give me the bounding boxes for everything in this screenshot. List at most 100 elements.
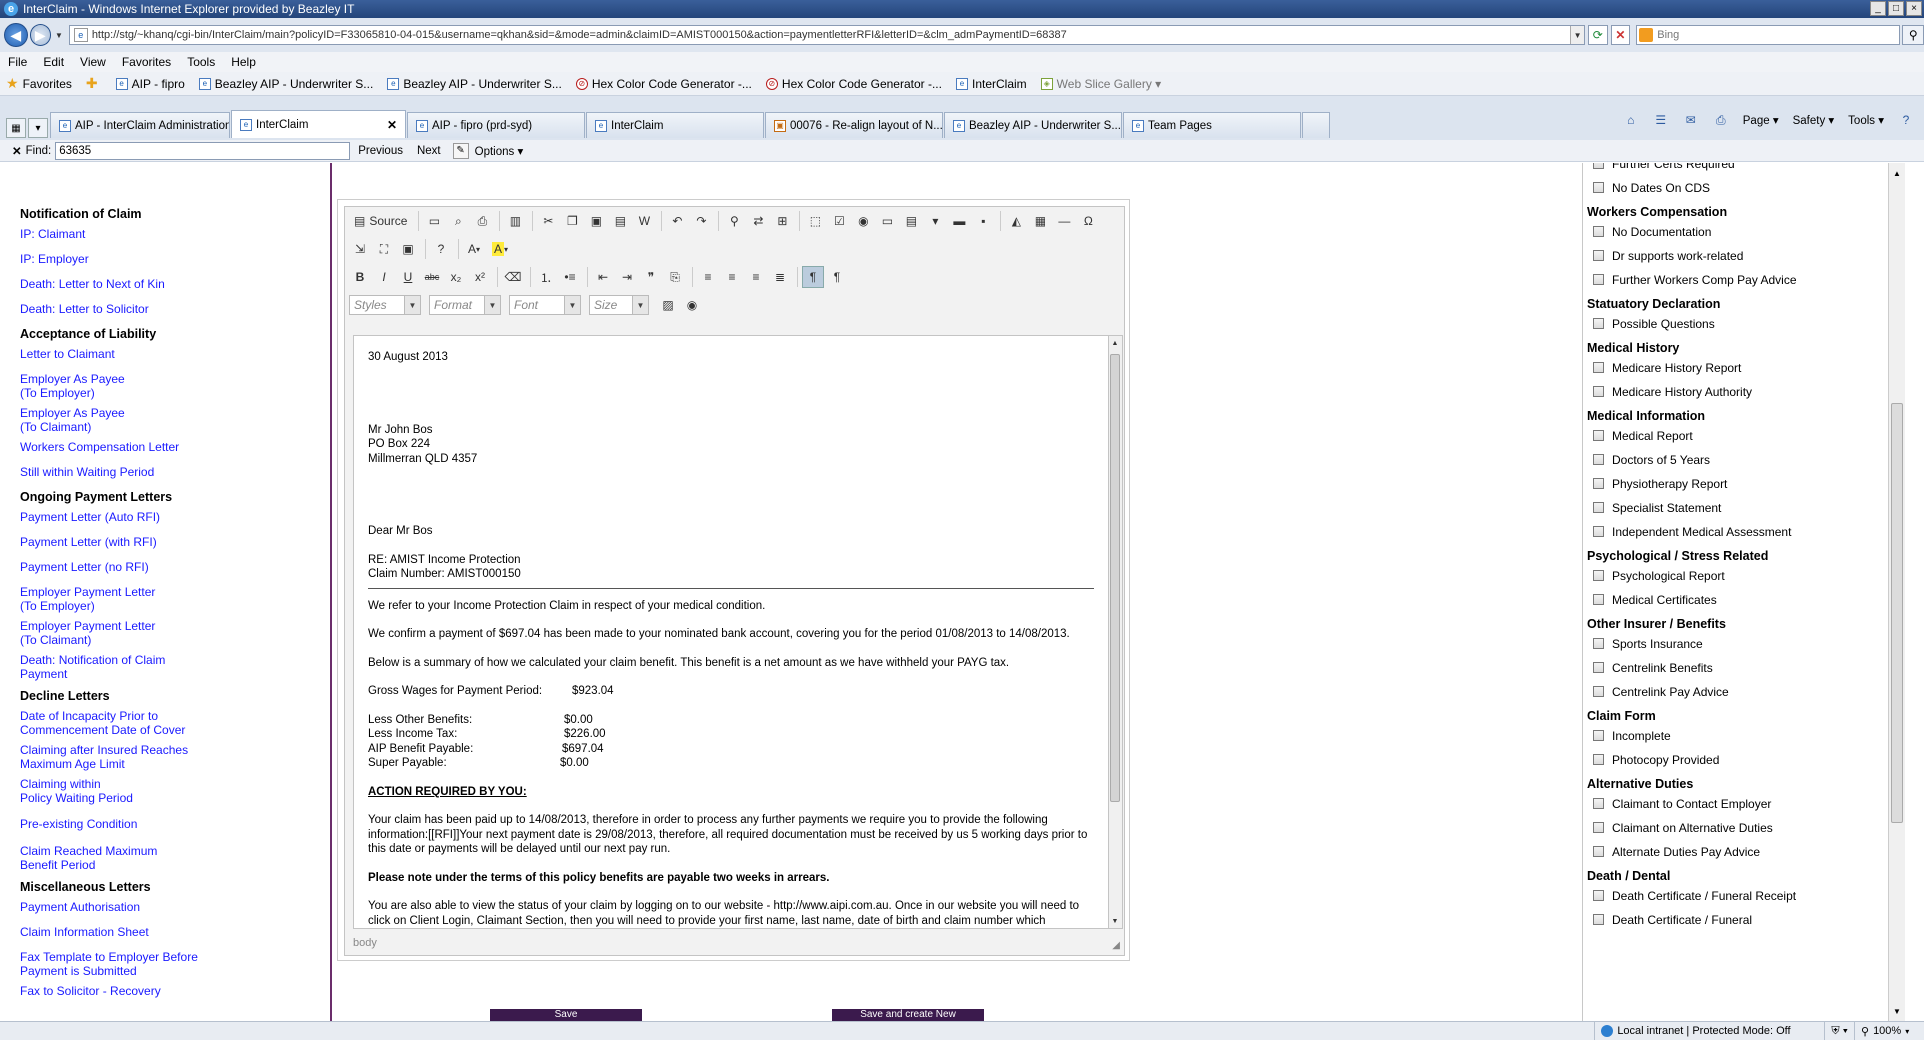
checkbox[interactable]: [1593, 526, 1604, 537]
scroll-down-icon[interactable]: ▼: [1889, 1003, 1905, 1019]
back-button[interactable]: ◀: [4, 23, 28, 47]
close-find-icon[interactable]: ✕: [12, 144, 22, 158]
checkbox[interactable]: [1593, 638, 1604, 649]
nav-link[interactable]: IP: Claimant: [20, 227, 330, 241]
nav-link[interactable]: Employer Payment Letter (To Claimant): [20, 619, 330, 647]
preview-icon[interactable]: ⌕: [447, 210, 469, 232]
checkbox[interactable]: [1593, 730, 1604, 741]
find-next-button[interactable]: Next: [417, 145, 441, 157]
checkbox[interactable]: [1593, 250, 1604, 261]
checklist-item[interactable]: Possible Questions: [1585, 317, 1885, 332]
nav-link[interactable]: Death: Notification of Claim Payment: [20, 653, 330, 681]
table-icon[interactable]: ▦: [1029, 210, 1051, 232]
checklist-item[interactable]: Claimant on Alternative Duties: [1585, 821, 1885, 836]
forward-button[interactable]: ▶: [29, 24, 52, 46]
nav-link[interactable]: Fax to Solicitor - Recovery: [20, 984, 330, 998]
checkbox[interactable]: [1593, 318, 1604, 329]
underline-icon[interactable]: U: [397, 266, 419, 288]
paste-text-icon[interactable]: ▤: [609, 210, 631, 232]
nav-link[interactable]: Claim Reached Maximum Benefit Period: [20, 844, 330, 872]
feeds-icon[interactable]: ☰: [1653, 112, 1669, 128]
tab-list-icon[interactable]: ▾: [28, 118, 48, 138]
copy-icon[interactable]: ❐: [561, 210, 583, 232]
textfield-icon[interactable]: ▭: [876, 210, 898, 232]
subscript-icon[interactable]: x₂: [445, 266, 467, 288]
find-icon[interactable]: ⚲: [723, 210, 745, 232]
checkbox[interactable]: [1593, 362, 1604, 373]
favorite-link[interactable]: ◈ Web Slice Gallery ▾: [1040, 77, 1161, 91]
find-options-button[interactable]: ✎ Options ▾: [452, 142, 523, 159]
checkbox[interactable]: [1593, 822, 1604, 833]
nav-link[interactable]: Pre-existing Condition: [20, 817, 330, 831]
align-center-icon[interactable]: ≡: [721, 266, 743, 288]
blockquote-icon[interactable]: ❞: [640, 266, 662, 288]
checkbox[interactable]: [1593, 570, 1604, 581]
close-window-button[interactable]: ×: [1906, 1, 1922, 16]
find-input[interactable]: [55, 141, 351, 160]
checklist-item[interactable]: Centrelink Pay Advice: [1585, 685, 1885, 700]
menu-favorites[interactable]: Favorites: [122, 55, 171, 69]
horizontal-rule-icon[interactable]: —: [1053, 210, 1075, 232]
security-zone[interactable]: Local intranet | Protected Mode: Off: [1594, 1021, 1824, 1040]
checkbox[interactable]: [1593, 890, 1604, 901]
maximize-icon[interactable]: ⛶: [373, 238, 395, 260]
find-previous-button[interactable]: Previous: [358, 145, 403, 157]
italic-icon[interactable]: I: [373, 266, 395, 288]
checklist-item[interactable]: Sports Insurance: [1585, 637, 1885, 652]
nav-link[interactable]: Payment Authorisation: [20, 900, 330, 914]
cut-icon[interactable]: ✂: [537, 210, 559, 232]
font-select[interactable]: Font ▼: [509, 295, 581, 315]
close-tab-icon[interactable]: ✕: [379, 118, 397, 132]
checkbox[interactable]: [1593, 478, 1604, 489]
templates-icon[interactable]: ▥: [504, 210, 526, 232]
checklist-item[interactable]: Centrelink Benefits: [1585, 661, 1885, 676]
remove-format-icon[interactable]: ⌫: [502, 266, 524, 288]
checklist-item[interactable]: Physiotherapy Report: [1585, 477, 1885, 492]
checkbox[interactable]: [1593, 454, 1604, 465]
maximize-button[interactable]: □: [1888, 1, 1904, 16]
checkbox[interactable]: [1593, 430, 1604, 441]
form-icon[interactable]: ⬚: [804, 210, 826, 232]
nav-link[interactable]: Date of Incapacity Prior to Commencement…: [20, 709, 330, 737]
checkbox[interactable]: [1593, 386, 1604, 397]
rtl-icon[interactable]: ¶: [826, 266, 848, 288]
tab[interactable]: e AIP - fipro (prd-syd): [407, 112, 585, 138]
nav-link[interactable]: Employer As Payee (To Claimant): [20, 406, 330, 434]
checkbox[interactable]: [1593, 594, 1604, 605]
checkbox[interactable]: [1593, 226, 1604, 237]
search-input[interactable]: Bing: [1636, 25, 1901, 45]
nav-link[interactable]: Death: Letter to Solicitor: [20, 302, 330, 316]
image-icon[interactable]: ◭: [1005, 210, 1027, 232]
ltr-icon[interactable]: ¶: [802, 266, 824, 288]
safety-menu[interactable]: Safety ▾: [1793, 113, 1835, 127]
zoom-control[interactable]: ⚲ 100% ▾: [1854, 1021, 1924, 1040]
about-icon[interactable]: ?: [430, 238, 452, 260]
favorite-link[interactable]: e InterClaim: [955, 77, 1027, 91]
stop-icon[interactable]: ✕: [1610, 25, 1631, 45]
favorite-link[interactable]: ⊘ Hex Color Code Generator -...: [575, 77, 752, 91]
checkbox[interactable]: [1593, 686, 1604, 697]
favorite-link[interactable]: e Beazley AIP - Underwriter S...: [387, 77, 562, 91]
size-select[interactable]: Size ▼: [589, 295, 649, 315]
mail-icon[interactable]: ✉: [1683, 112, 1699, 128]
tools-menu[interactable]: Tools ▾: [1848, 113, 1884, 127]
help-icon[interactable]: ?: [1898, 112, 1914, 128]
special-char-icon[interactable]: Ω: [1077, 210, 1099, 232]
favorite-link[interactable]: e AIP - fipro: [115, 77, 185, 91]
superscript-icon[interactable]: x²: [469, 266, 491, 288]
nav-link[interactable]: Claiming within Policy Waiting Period: [20, 777, 330, 805]
tab[interactable]: e Beazley AIP - Underwriter S...: [944, 112, 1122, 138]
tab-active[interactable]: e InterClaim ✕: [231, 110, 406, 138]
new-tab-button[interactable]: [1302, 112, 1330, 138]
nav-link[interactable]: Payment Letter (no RFI): [20, 560, 330, 574]
nav-link[interactable]: Death: Letter to Next of Kin: [20, 277, 330, 291]
checklist-item[interactable]: No Dates On CDS: [1585, 181, 1885, 196]
align-left-icon[interactable]: ≡: [697, 266, 719, 288]
nav-link[interactable]: Employer Payment Letter (To Employer): [20, 585, 330, 613]
menu-help[interactable]: Help: [231, 55, 256, 69]
url-field[interactable]: e http://stg/~khanq/cgi-bin/InterClaim/m…: [68, 25, 1586, 45]
nav-link[interactable]: Claiming after Insured Reaches Maximum A…: [20, 743, 330, 771]
protected-mode-icon[interactable]: ⛨ ▾: [1824, 1021, 1854, 1040]
search-icon[interactable]: ⚲: [1902, 25, 1924, 45]
page-menu[interactable]: Page ▾: [1743, 113, 1779, 127]
